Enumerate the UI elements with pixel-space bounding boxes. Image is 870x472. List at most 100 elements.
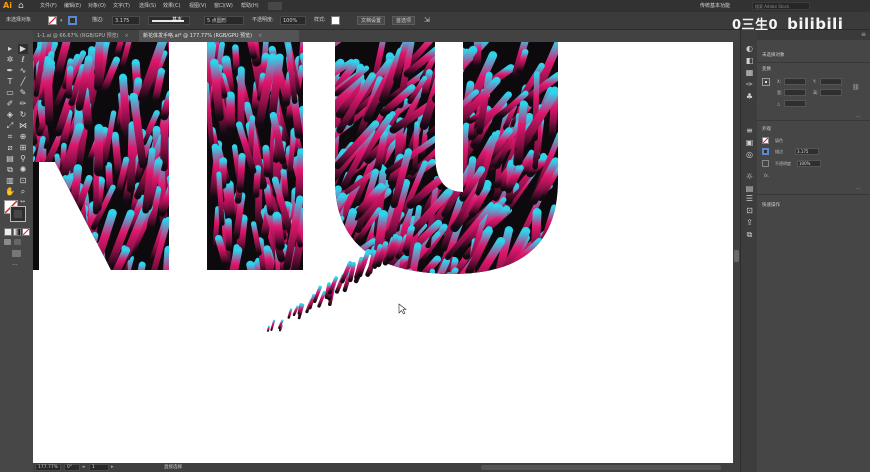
lasso-icon[interactable]: ℓ (18, 55, 28, 65)
more-options-icon[interactable]: ··· (856, 186, 861, 192)
screen-mode-icon[interactable] (12, 250, 21, 257)
close-icon[interactable]: × (125, 33, 129, 39)
arrange-documents-button[interactable] (268, 2, 282, 10)
pencil-tool-icon[interactable]: ✏ (18, 99, 28, 109)
scale-tool-icon[interactable]: ⤢ (5, 121, 15, 131)
artboards-icon[interactable]: ⊡ (745, 206, 754, 215)
menu-view[interactable]: 视图(V) (189, 0, 206, 12)
graphic-style-swatch[interactable] (331, 16, 340, 25)
none-mode-icon[interactable] (22, 228, 30, 236)
constrain-proportions-icon[interactable]: ⛓ (852, 84, 860, 91)
gradient-mode-icon[interactable] (13, 228, 21, 236)
more-tools-icon[interactable]: ··· (12, 262, 18, 269)
perspective-grid-icon[interactable]: ⧄ (5, 143, 15, 153)
paintbrush-tool-icon[interactable]: ✎ (18, 88, 28, 98)
tab-document-2[interactable]: 新花体发手咯.ai* @ 177.77% (RGB/GPU 预览) × (139, 30, 299, 42)
zoom-select[interactable]: 177.77% (35, 464, 61, 471)
direct-selection-tool-icon[interactable]: ▶ (18, 44, 28, 54)
stroke-weight-input[interactable]: 3.175 (112, 16, 140, 25)
draw-normal-icon[interactable] (4, 239, 11, 245)
rotate-tool-icon[interactable]: ↻ (18, 110, 28, 120)
curvature-tool-icon[interactable]: ∿ (18, 66, 28, 76)
menu-file[interactable]: 文件(F) (40, 0, 57, 12)
mesh-tool-icon[interactable]: ⊞ (18, 143, 28, 153)
gradient-panel-icon[interactable]: ▣ (745, 138, 754, 147)
magic-wand-icon[interactable]: ✲ (5, 55, 15, 65)
graphic-styles-icon[interactable]: ▤ (745, 184, 754, 193)
links-icon[interactable]: ⧉ (745, 230, 754, 239)
graph-tool-icon[interactable]: ▥ (5, 176, 15, 186)
swap-colors-icon[interactable]: ↔ (20, 198, 25, 205)
hand-tool-icon[interactable]: ✋ (5, 187, 15, 197)
fill-swatch[interactable] (762, 137, 769, 144)
type-tool-icon[interactable]: T (5, 77, 15, 87)
free-transform-icon[interactable]: ⌗ (5, 132, 15, 142)
asset-export-icon[interactable]: ⇪ (745, 218, 754, 227)
horizontal-scrollbar[interactable] (481, 465, 721, 470)
selection-tool-icon[interactable]: ▸ (5, 44, 15, 54)
x-input[interactable] (784, 78, 806, 85)
opacity-input[interactable]: 100% (797, 160, 821, 167)
shaper-tool-icon[interactable]: ✐ (5, 99, 15, 109)
symbol-sprayer-icon[interactable]: ✺ (18, 165, 28, 175)
color-guide-icon[interactable]: ◧ (745, 56, 754, 65)
y-input[interactable] (820, 78, 842, 85)
fx-button[interactable]: fx. (764, 173, 769, 178)
document-setup-button[interactable]: 文档设置 (357, 16, 386, 25)
stroke-color-box[interactable] (10, 206, 26, 222)
artboard-tool-icon[interactable]: ⊡ (18, 176, 28, 186)
variable-width-profile[interactable] (148, 16, 190, 25)
stroke-swatch[interactable] (762, 148, 769, 155)
artboard-number[interactable]: 1 (89, 464, 109, 471)
blend-tool-icon[interactable]: ⧉ (5, 165, 15, 175)
brushes-icon[interactable]: ✑ (745, 80, 754, 89)
reference-point-icon[interactable] (762, 78, 770, 86)
eraser-tool-icon[interactable]: ◈ (5, 110, 15, 120)
arrange-icon[interactable]: ⇲ (424, 16, 436, 25)
menu-select[interactable]: 选择(S) (139, 0, 156, 12)
zoom-tool-icon[interactable]: ⌕ (18, 187, 28, 197)
color-mode-icon[interactable] (4, 228, 12, 236)
pen-tool-icon[interactable]: ✒ (5, 66, 15, 76)
preferences-button[interactable]: 首选项 (392, 16, 416, 25)
artboard-canvas[interactable] (33, 42, 733, 463)
transparency-icon[interactable]: ◎ (745, 150, 754, 159)
menu-type[interactable]: 文字(T) (113, 0, 130, 12)
width-input[interactable] (784, 89, 806, 96)
panel-menu-icon[interactable]: ≡ (861, 31, 866, 38)
line-tool-icon[interactable]: ╱ (18, 77, 28, 87)
stroke-weight-input[interactable]: 3.175 (795, 148, 819, 155)
menu-edit[interactable]: 编辑(E) (64, 0, 81, 12)
brush-profile-select[interactable]: 5 点圆形 (204, 16, 244, 25)
width-tool-icon[interactable]: ⋈ (18, 121, 28, 131)
swatches-icon[interactable]: ▦ (745, 68, 754, 77)
menu-object[interactable]: 对象(O) (88, 0, 106, 12)
home-icon[interactable]: ⌂ (18, 1, 28, 11)
scrollbar-thumb[interactable] (734, 250, 739, 262)
opacity-input[interactable]: 100% (280, 16, 306, 25)
draw-behind-icon[interactable] (14, 239, 21, 245)
chevron-down-icon[interactable]: ▾ (60, 19, 63, 24)
eyedropper-icon[interactable]: ⚲ (18, 154, 28, 164)
stroke-panel-icon[interactable]: ≡ (745, 126, 754, 135)
menu-help[interactable]: 帮助(H) (241, 0, 259, 12)
menu-effect[interactable]: 效果(C) (163, 0, 180, 12)
layers-icon[interactable]: ☰ (745, 194, 754, 203)
next-artboard-icon[interactable]: ▸ (111, 463, 114, 472)
rotation-select[interactable]: 0° (64, 464, 80, 471)
rectangle-tool-icon[interactable]: ▭ (5, 88, 15, 98)
prev-artboard-icon[interactable]: ◂ (82, 463, 85, 472)
search-stock-input[interactable]: 搜索 Adobe Stock (752, 2, 810, 10)
color-panel-icon[interactable]: ◐ (745, 44, 754, 53)
angle-input[interactable] (784, 100, 806, 107)
close-icon[interactable]: × (258, 33, 262, 39)
shape-builder-icon[interactable]: ⊕ (18, 132, 28, 142)
stroke-swatch[interactable] (68, 16, 77, 25)
fill-swatch[interactable] (48, 16, 57, 25)
menu-window[interactable]: 窗口(W) (214, 0, 233, 12)
workspace-switcher[interactable]: 传统基本功能 (700, 2, 730, 10)
appearance-icon[interactable]: ☼ (745, 172, 754, 181)
height-input[interactable] (820, 89, 842, 96)
tab-document-1[interactable]: 1-1.ai @ 66.67% (RGB/GPU 预览) × (33, 30, 137, 42)
symbols-icon[interactable]: ♣ (745, 92, 754, 101)
